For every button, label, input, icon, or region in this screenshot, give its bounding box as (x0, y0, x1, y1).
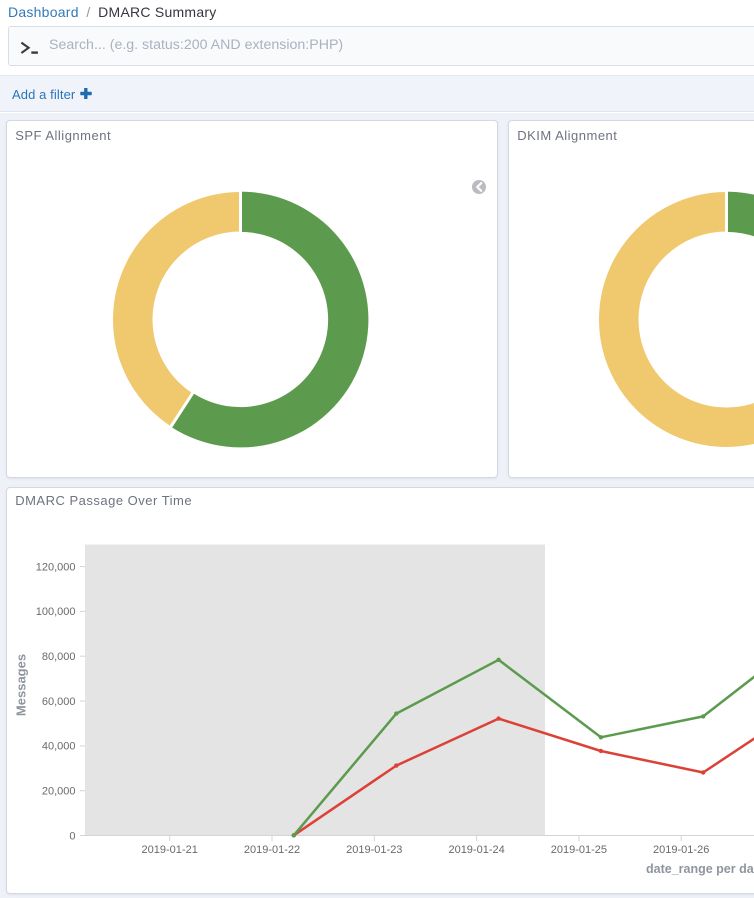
svg-text:120,000: 120,000 (36, 561, 76, 573)
svg-text:2019-01-26: 2019-01-26 (653, 844, 709, 856)
svg-text:0: 0 (69, 830, 75, 842)
svg-text:2019-01-24: 2019-01-24 (448, 844, 504, 856)
svg-text:date_range per day: date_range per day (646, 862, 754, 876)
svg-text:2019-01-21: 2019-01-21 (142, 844, 198, 856)
svg-text:20,000: 20,000 (42, 786, 76, 798)
svg-text:2019-01-23: 2019-01-23 (346, 844, 402, 856)
svg-text:60,000: 60,000 (42, 696, 76, 708)
svg-text:80,000: 80,000 (42, 651, 76, 663)
svg-text:40,000: 40,000 (42, 741, 76, 753)
svg-text:100,000: 100,000 (36, 606, 76, 618)
svg-text:2019-01-25: 2019-01-25 (551, 844, 607, 856)
svg-text:Messages: Messages (14, 654, 29, 716)
svg-text:2019-01-22: 2019-01-22 (244, 844, 300, 856)
